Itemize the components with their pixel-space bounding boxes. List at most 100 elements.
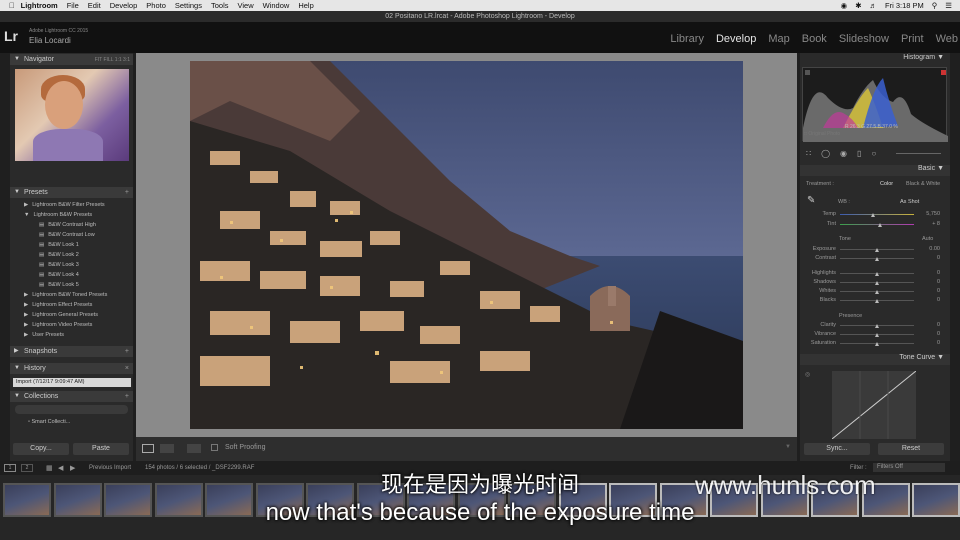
module-develop[interactable]: Develop (716, 33, 756, 45)
preset-label: B&W Look 5 (48, 282, 79, 288)
smart-collection-item[interactable]: ▫ Smart Collecti... (10, 417, 133, 427)
snapshots-header[interactable]: ▶ Snapshots + (10, 346, 133, 357)
slider-value[interactable]: 5,750 (918, 211, 940, 217)
history-header[interactable]: ▼ History × (10, 363, 133, 374)
add-preset-icon[interactable]: + (125, 187, 129, 198)
soft-proofing-checkbox[interactable] (211, 444, 218, 451)
preset-item[interactable]: ▼ Lightroom B&W Presets (10, 210, 133, 220)
slider-value[interactable]: 0 (918, 331, 940, 337)
before-after-swap-icon[interactable] (187, 444, 201, 453)
menu-help[interactable]: Help (298, 1, 313, 10)
slider-handle[interactable] (878, 223, 883, 227)
preset-item[interactable]: ▤ B&W Look 2 (10, 250, 133, 260)
menu-view[interactable]: View (238, 1, 254, 10)
wifi-icon[interactable]: ◉ (841, 1, 848, 10)
slider-value[interactable]: 0 (918, 279, 940, 285)
presets-header[interactable]: ▼ Presets + (10, 187, 133, 198)
apple-icon[interactable]:  (9, 1, 15, 10)
lr-logo: Lr (4, 28, 18, 44)
search-icon[interactable]: ⚲ (932, 1, 938, 10)
module-map[interactable]: Map (768, 33, 789, 45)
add-snapshot-icon[interactable]: + (125, 346, 129, 357)
slider-handle[interactable] (870, 213, 875, 217)
preset-list: ▶ Lightroom B&W Filter Presets ▼ Lightroom … (10, 200, 133, 343)
navigator-preview[interactable] (15, 69, 129, 161)
slider-handle[interactable] (874, 342, 879, 346)
copy-button[interactable]: Copy... (13, 443, 69, 455)
preset-file-icon: ▤ (39, 222, 45, 228)
preset-item[interactable]: ▶ Lightroom Video Presets (10, 320, 133, 330)
preset-label: Lightroom B&W Filter Presets (32, 202, 105, 208)
tone-curve-graph[interactable] (831, 370, 917, 440)
slider-value[interactable]: 0 (918, 288, 940, 294)
preset-item[interactable]: ▶ Lightroom Effect Presets (10, 300, 133, 310)
main-photo[interactable] (190, 61, 743, 429)
slider-value[interactable]: 0.00 (918, 246, 940, 252)
slider-value[interactable]: 0 (918, 322, 940, 328)
slider-track[interactable] (840, 224, 914, 225)
preset-item[interactable]: ▤ B&W Look 1 (10, 240, 133, 250)
tonecurve-header[interactable]: Tone Curve ▼ (800, 354, 950, 365)
before-after-icon[interactable] (160, 444, 174, 453)
loupe-view-icon[interactable] (142, 444, 154, 453)
add-collection-icon[interactable]: + (125, 391, 129, 402)
slider-handle[interactable] (874, 257, 879, 261)
history-step[interactable]: Import (7/12/17 9:09:47 AM) (13, 378, 131, 387)
preset-item[interactable]: ▤ B&W Contrast High (10, 220, 133, 230)
targeted-adjust-icon[interactable]: ◎ (805, 371, 810, 378)
list-icon[interactable]: ☰ (945, 1, 952, 10)
preset-label: B&W Look 2 (48, 252, 79, 258)
paste-button[interactable]: Paste (73, 443, 129, 455)
preset-item[interactable]: ▤ B&W Contrast Low (10, 230, 133, 240)
menu-edit[interactable]: Edit (88, 1, 101, 10)
menu-app[interactable]: Lightroom (21, 1, 58, 10)
toolbar-menu-icon[interactable]: ▼ (785, 444, 791, 450)
slider-value[interactable]: 0 (918, 270, 940, 276)
reset-button[interactable]: Reset (878, 443, 944, 455)
slider-value[interactable]: + 8 (918, 221, 940, 227)
module-library[interactable]: Library (670, 33, 704, 45)
slider-handle[interactable] (874, 333, 879, 337)
collections-header[interactable]: ▼ Collections + (10, 391, 133, 402)
menu-settings[interactable]: Settings (175, 1, 202, 10)
menu-window[interactable]: Window (263, 1, 290, 10)
sync-button[interactable]: Sync... (804, 443, 870, 455)
preset-item[interactable]: ▤ B&W Look 3 (10, 260, 133, 270)
module-print[interactable]: Print (901, 33, 924, 45)
preset-item[interactable]: ▤ B&W Look 4 (10, 270, 133, 280)
zoom-options[interactable]: FIT FILL 1:1 3:1 (95, 55, 130, 66)
menu-file[interactable]: File (67, 1, 79, 10)
watermark: www.hunls.com (695, 470, 876, 500)
module-web[interactable]: Web (936, 33, 958, 45)
volume-icon[interactable]: ♬ (870, 1, 878, 10)
slider-track[interactable] (840, 214, 914, 215)
slider-handle[interactable] (874, 290, 879, 294)
collapse-triangle-icon: ▼ (14, 365, 20, 371)
preset-item[interactable]: ▶ User Presets (10, 330, 133, 340)
slider-handle[interactable] (874, 248, 879, 252)
preset-item[interactable]: ▶ Lightroom B&W Toned Presets (10, 290, 133, 300)
bluetooth-icon[interactable]: ✱ (855, 1, 861, 10)
slider-handle[interactable] (874, 281, 879, 285)
slider-value[interactable]: 0 (918, 340, 940, 346)
slider-handle[interactable] (874, 272, 879, 276)
preset-item[interactable]: ▶ Lightroom B&W Filter Presets (10, 200, 133, 210)
module-book[interactable]: Book (802, 33, 827, 45)
menu-tools[interactable]: Tools (211, 1, 229, 10)
slider-value[interactable]: 0 (918, 255, 940, 261)
preset-item[interactable]: ▤ B&W Look 5 (10, 280, 133, 290)
collection-search-input[interactable] (15, 405, 128, 414)
preset-item[interactable]: ▶ Lightroom General Presets (10, 310, 133, 320)
navigator-header[interactable]: ▼ Navigator FIT FILL 1:1 3:1 (10, 54, 133, 65)
slider-handle[interactable] (874, 299, 879, 303)
menu-photo[interactable]: Photo (146, 1, 166, 10)
develop-toolbar: Soft Proofing ▼ (136, 437, 797, 461)
clock[interactable]: Fri 3:18 PM (885, 1, 924, 10)
user-name: Elia Locardi (29, 36, 71, 45)
slider-value[interactable]: 0 (918, 297, 940, 303)
slider-handle[interactable] (874, 324, 879, 328)
module-slideshow[interactable]: Slideshow (839, 33, 889, 45)
menu-develop[interactable]: Develop (110, 1, 138, 10)
right-panel: Histogram ▼ R 26.3 G 27.5 B 37.0 % □ Ori… (800, 53, 950, 461)
clear-history-icon[interactable]: × (125, 363, 129, 374)
